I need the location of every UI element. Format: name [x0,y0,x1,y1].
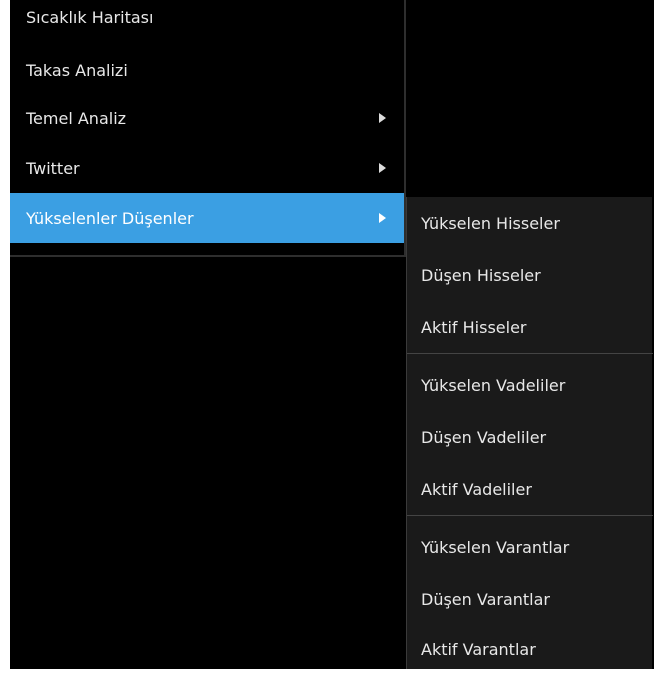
main-menu: Sıcaklık Haritası Takas Analizi Temel An… [10,0,406,669]
submenu-item-label: Düşen Varantlar [421,589,550,609]
submenu-item-label: Düşen Vadeliler [421,427,547,447]
menu-item-label: Temel Analiz [26,108,127,128]
submenu-item-dusen-hisseler[interactable]: Düşen Hisseler [407,249,653,301]
menu-item-yukselenler-dusenler[interactable]: Yükselenler Düşenler [10,193,404,243]
menu-item-twitter[interactable]: Twitter [10,143,404,193]
menu-item-label: Takas Analizi [26,60,128,80]
menu-item-label: Yükselenler Düşenler [26,208,194,228]
background-area [406,0,639,197]
submenu-item-dusen-vadeliler[interactable]: Düşen Vadeliler [407,411,653,463]
submenu-divider [407,515,653,516]
menu-item-temel-analiz[interactable]: Temel Analiz [10,93,404,143]
submenu-item-yukselen-vadeliler[interactable]: Yükselen Vadeliler [407,359,653,411]
menu-item-takas-analizi[interactable]: Takas Analizi [10,45,404,95]
main-menu-panel: Sıcaklık Haritası Takas Analizi Temel An… [10,0,406,257]
menu-item-sicaklik-haritasi[interactable]: Sıcaklık Haritası [10,0,404,42]
submenu-item-aktif-varantlar[interactable]: Aktif Varantlar [407,623,653,675]
menu-item-label: Sıcaklık Haritası [26,7,154,27]
submenu-item-dusen-varantlar[interactable]: Düşen Varantlar [407,573,653,625]
submenu-item-label: Yükselen Varantlar [421,537,570,557]
menu-item-label: Twitter [26,158,80,178]
submenu-item-label: Yükselen Hisseler [421,213,560,233]
submenu-item-label: Aktif Hisseler [421,317,527,337]
triangle-right-icon [379,213,386,223]
submenu-item-aktif-hisseler[interactable]: Aktif Hisseler [407,301,653,353]
submenu-item-yukselen-varantlar[interactable]: Yükselen Varantlar [407,521,653,573]
submenu-item-aktif-vadeliler[interactable]: Aktif Vadeliler [407,463,653,515]
triangle-right-icon [379,163,386,173]
submenu-item-label: Düşen Hisseler [421,265,541,285]
submenu-item-yukselen-hisseler[interactable]: Yükselen Hisseler [407,197,653,249]
triangle-right-icon [379,113,386,123]
submenu-item-label: Yükselen Vadeliler [421,375,566,395]
submenu-item-label: Aktif Varantlar [421,639,536,659]
submenu-yukselenler-dusenler: Yükselen Hisseler Düşen Hisseler Aktif H… [406,197,653,669]
submenu-divider [407,353,653,354]
submenu-item-label: Aktif Vadeliler [421,479,532,499]
